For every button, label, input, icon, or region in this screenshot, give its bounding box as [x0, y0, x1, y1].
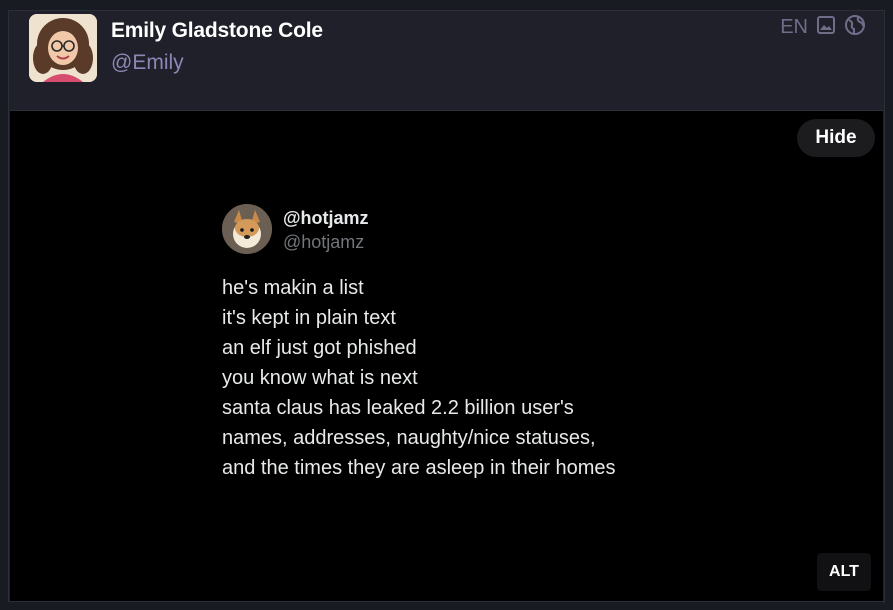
author-avatar[interactable] [29, 14, 97, 82]
author-display-name[interactable]: Emily Gladstone Cole [111, 19, 323, 43]
tweet-line: you know what is next [222, 367, 418, 389]
tweet-line: he's makin a list [222, 277, 364, 299]
alt-text-button[interactable]: ALT [817, 553, 871, 591]
post-meta: EN [780, 14, 866, 41]
media-attachment[interactable]: Hide @hotjamz @hotjamz he's makin a list… [10, 110, 883, 603]
post-card: Emily Gladstone Cole @Emily EN Hide @hot… [8, 10, 885, 603]
hide-media-button[interactable]: Hide [797, 119, 875, 157]
tweet-line: santa claus has leaked 2.2 billion user'… [222, 397, 574, 419]
tweet-line: and the times they are asleep in their h… [222, 457, 616, 479]
author-handle[interactable]: @Emily [111, 51, 184, 75]
tweet-line: it's kept in plain text [222, 307, 396, 329]
language-tag: EN [780, 16, 808, 38]
image-icon [816, 15, 836, 40]
tweet-author-name: @hotjamz [283, 208, 369, 228]
tweet-line: an elf just got phished [222, 337, 417, 359]
tweet-text: he's makin a list it's kept in plain tex… [222, 273, 742, 483]
tweet-avatar [222, 204, 272, 254]
globe-icon[interactable] [844, 14, 866, 41]
tweet-line: names, addresses, naughty/nice statuses, [222, 427, 596, 449]
tweet-author-handle: @hotjamz [283, 232, 365, 252]
